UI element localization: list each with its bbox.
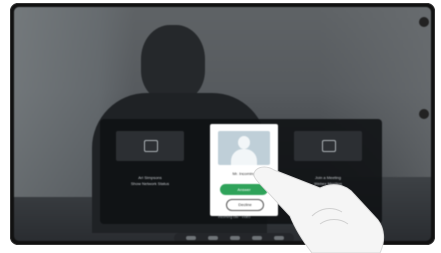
call-status-text: Incoming call · Video: [218, 215, 251, 219]
screen-share-icon: [144, 140, 158, 152]
camera-indicator-side: [419, 109, 429, 119]
video-icon: [322, 140, 336, 152]
touching-hand: [253, 166, 385, 253]
call-icon[interactable]: [186, 236, 196, 240]
tile-subtitle: Show Network Status: [130, 181, 170, 186]
avatar-head: [238, 136, 250, 149]
mic-icon[interactable]: [230, 236, 240, 240]
tile-thumbnail: [116, 131, 184, 161]
tile-thumbnail: [294, 131, 362, 161]
call-option-tile-left[interactable]: Ari Simpsons Show Network Status: [116, 131, 184, 207]
tile-title: Ari Simpsons: [138, 175, 162, 180]
share-icon[interactable]: [208, 236, 218, 240]
camera-indicator-top: [419, 17, 429, 27]
self-view-person-head: [141, 25, 205, 101]
